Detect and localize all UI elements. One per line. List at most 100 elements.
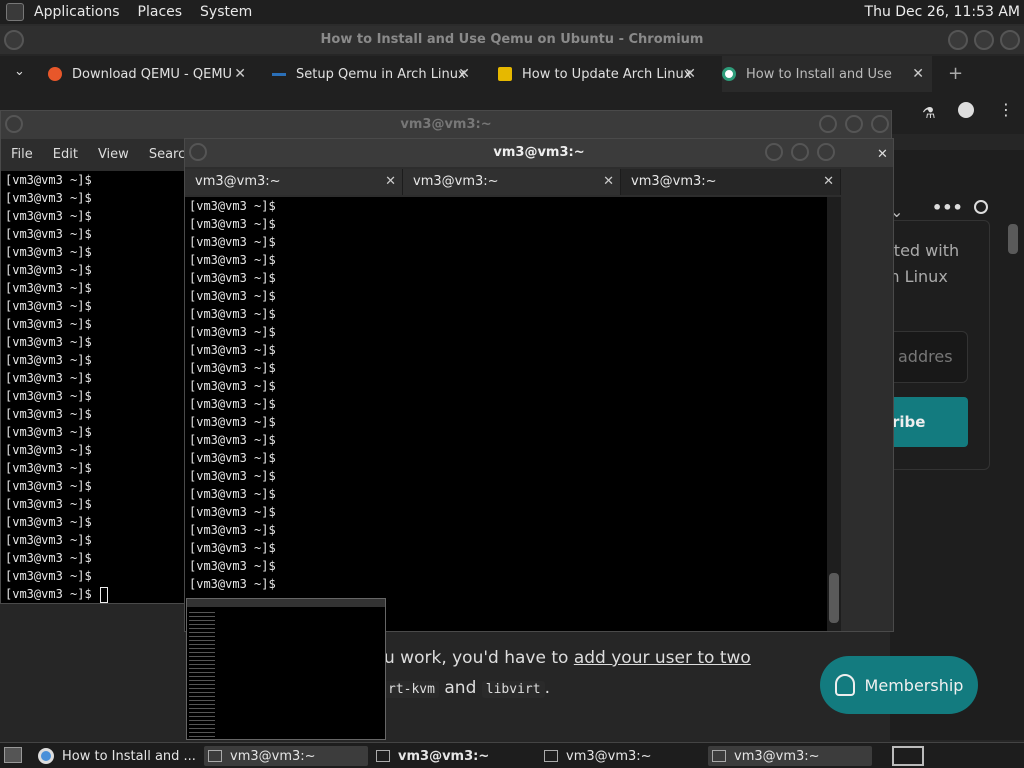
window-menu-button[interactable] (189, 143, 207, 161)
window-menu-button[interactable] (4, 30, 24, 50)
minimize-button[interactable] (948, 30, 968, 50)
close-button[interactable] (817, 143, 835, 161)
show-desktop-icon[interactable] (4, 747, 22, 763)
browser-title: How to Install and Use Qemu on Ubuntu - … (0, 26, 1024, 54)
email-input[interactable]: addres (884, 331, 968, 383)
tab-label: Download QEMU - QEMU (72, 66, 233, 82)
taskbar: How to Install and ... vm3@vm3:~ vm3@vm3… (0, 742, 1024, 768)
taskbar-item-terminal[interactable]: vm3@vm3:~ (540, 746, 704, 766)
close-tab-icon[interactable]: ✕ (234, 66, 246, 82)
subscribe-button[interactable]: ribe (884, 397, 968, 447)
article-line-1: u work, you'd have to add your user to t… (384, 648, 751, 668)
article-link[interactable]: add your user to two (574, 648, 751, 668)
terminal-icon (544, 750, 558, 762)
inline-code: libvirt (481, 681, 545, 698)
window-preview-thumbnail (186, 598, 386, 740)
maximize-button[interactable] (791, 143, 809, 161)
menu-view[interactable]: View (98, 147, 129, 162)
terminal-title: vm3@vm3:~ (185, 139, 893, 167)
membership-button[interactable]: Membership (820, 656, 978, 714)
terminal-prompt-line: [vm3@vm3 ~]$ (189, 397, 276, 411)
site-favicon-icon (722, 67, 736, 81)
taskbar-label: vm3@vm3:~ (734, 748, 820, 764)
apps-icon[interactable] (6, 3, 24, 21)
user-icon (834, 674, 855, 696)
terminal-prompt-line: [vm3@vm3 ~]$ (189, 469, 276, 483)
page-scrollbar[interactable] (1008, 154, 1020, 734)
membership-label: Membership (864, 675, 964, 695)
more-menu-icon[interactable]: ⋮ (998, 100, 1014, 119)
search-icon[interactable] (974, 200, 988, 214)
terminal-prompt-line: [vm3@vm3 ~]$ (189, 541, 276, 555)
browser-tab-active[interactable]: How to Install and Use Qe ✕ (722, 56, 932, 92)
terminal-icon (208, 750, 222, 762)
terminal-tab[interactable]: vm3@vm3:~ ✕ (185, 169, 403, 195)
terminal-prompt-line: [vm3@vm3 ~]$ (189, 253, 276, 267)
workspace-switcher[interactable] (892, 746, 924, 766)
taskbar-item-browser[interactable]: How to Install and ... (36, 746, 198, 766)
maximize-button[interactable] (974, 30, 994, 50)
chromium-icon (38, 748, 54, 764)
tab-label: How to Update Arch Linux (522, 66, 692, 82)
terminal-prompt-line: [vm3@vm3 ~]$ (189, 487, 276, 501)
menu-system[interactable]: System (200, 4, 252, 20)
close-tab-icon[interactable]: ✕ (603, 169, 614, 195)
close-button[interactable] (1000, 30, 1020, 50)
minimize-button[interactable] (765, 143, 783, 161)
top-panel: Applications Places System Thu Dec 26, 1… (0, 0, 1024, 24)
terminal-prompt-line: [vm3@vm3 ~]$ (189, 505, 276, 519)
menu-file[interactable]: File (11, 147, 33, 162)
tab-list-chevron-icon[interactable]: ⌄ (14, 64, 25, 79)
close-tab-icon[interactable]: ✕ (912, 66, 924, 82)
terminal-prompt-line: [vm3@vm3 ~]$ (189, 235, 276, 249)
inline-code: rt-kvm (384, 681, 439, 698)
terminal-window-front: vm3@vm3:~ ✕ vm3@vm3:~ ✕ vm3@vm3:~ ✕ vm3@vm… (184, 138, 894, 632)
card-text: ated with (884, 241, 960, 260)
taskbar-item-terminal[interactable]: vm3@vm3:~ (708, 746, 872, 766)
close-tab-icon[interactable]: ✕ (823, 169, 834, 195)
terminal-prompt-line: [vm3@vm3 ~]$ (189, 379, 276, 393)
close-icon[interactable]: ✕ (877, 147, 888, 162)
new-tab-button[interactable]: + (948, 63, 963, 84)
taskbar-item-terminal[interactable]: vm3@vm3:~ (204, 746, 368, 766)
close-tab-icon[interactable]: ✕ (684, 66, 696, 82)
terminal-prompt-line: [vm3@vm3 ~]$ (189, 361, 276, 375)
browser-tab[interactable]: How to Update Arch Linux ✕ (498, 56, 704, 92)
terminal-tab-active[interactable]: vm3@vm3:~ ✕ (621, 169, 841, 195)
terminal-prompt-line: [vm3@vm3 ~]$ (189, 289, 276, 303)
site-favicon-icon (498, 67, 512, 81)
clock[interactable]: Thu Dec 26, 11:53 AM (865, 4, 1020, 20)
terminal-scrollbar[interactable] (827, 197, 841, 631)
taskbar-label: vm3@vm3:~ (566, 748, 652, 764)
terminal-tab[interactable]: vm3@vm3:~ ✕ (403, 169, 621, 195)
profile-icon[interactable] (958, 102, 974, 118)
menu-applications[interactable]: Applications (34, 4, 120, 20)
terminal-prompt-line: [vm3@vm3 ~]$ (189, 433, 276, 447)
newsletter-card: ated with m Linux addres ribe (884, 220, 990, 470)
terminal-tabbar: vm3@vm3:~ ✕ vm3@vm3:~ ✕ vm3@vm3:~ ✕ (185, 169, 841, 195)
close-tab-icon[interactable]: ✕ (458, 66, 470, 82)
site-favicon-icon (272, 72, 286, 76)
tab-label: vm3@vm3:~ (631, 174, 717, 189)
more-options-icon[interactable]: ••• (932, 198, 963, 217)
terminal-prompt-line: [vm3@vm3 ~]$ (189, 307, 276, 321)
terminal-prompt-line: [vm3@vm3 ~]$ (189, 199, 276, 213)
terminal-prompt-line: [vm3@vm3 ~]$ (189, 343, 276, 357)
maximize-button[interactable] (845, 115, 863, 133)
terminal-prompt-line: [vm3@vm3 ~]$ (189, 577, 276, 591)
terminal-output[interactable]: [vm3@vm3 ~]$ [vm3@vm3 ~]$ [vm3@vm3 ~]$ [vm3… (185, 197, 827, 631)
labs-flask-icon[interactable]: ⚗ (922, 104, 935, 122)
taskbar-item-terminal[interactable]: vm3@vm3:~ (372, 746, 536, 766)
menu-places[interactable]: Places (138, 4, 183, 20)
terminal-prompt-line: [vm3@vm3 ~]$ (189, 415, 276, 429)
terminal-prompt-line: [vm3@vm3 ~]$ (189, 451, 276, 465)
minimize-button[interactable] (819, 115, 837, 133)
close-tab-icon[interactable]: ✕ (385, 169, 396, 195)
browser-tab[interactable]: Setup Qemu in Arch Linux ✕ (272, 56, 478, 92)
menu-edit[interactable]: Edit (53, 147, 78, 162)
browser-tab[interactable]: Download QEMU - QEMU ✕ (48, 56, 254, 92)
article-text: and (438, 678, 482, 698)
article-line-2: rt-kvm and libvirt. (384, 678, 550, 698)
window-menu-button[interactable] (5, 115, 23, 133)
close-button[interactable] (871, 115, 889, 133)
